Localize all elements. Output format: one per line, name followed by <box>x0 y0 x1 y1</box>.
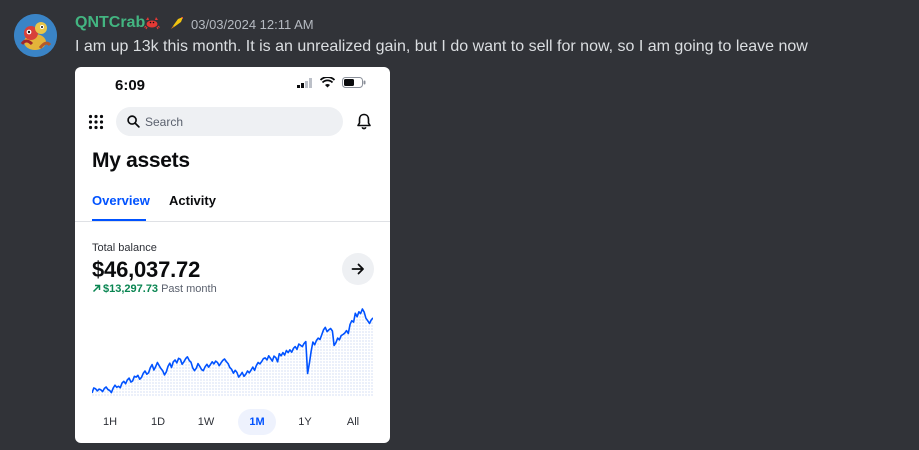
signal-icon <box>297 77 312 88</box>
range-1h[interactable]: 1H <box>91 409 129 435</box>
bell-icon[interactable] <box>356 113 372 130</box>
chart-area-fill <box>92 309 373 397</box>
username[interactable]: QNTCrab <box>75 14 145 32</box>
balance-change: $13,297.73 Past month <box>92 283 217 295</box>
tab-activity[interactable]: Activity <box>169 193 216 208</box>
search-icon <box>127 115 140 128</box>
change-amount: $13,297.73 <box>103 283 159 295</box>
range-1m[interactable]: 1M <box>238 409 276 435</box>
range-all[interactable]: All <box>334 409 372 435</box>
change-period: Past month <box>161 283 217 295</box>
tab-overview[interactable]: Overview <box>92 193 150 208</box>
arrow-up-right-icon <box>92 284 101 293</box>
crab-avatar-icon <box>14 14 57 57</box>
balance-details-button[interactable] <box>342 253 374 285</box>
balance-label: Total balance <box>92 242 157 254</box>
range-1y[interactable]: 1Y <box>286 409 324 435</box>
avatar[interactable] <box>14 14 57 57</box>
message-text: I am up 13k this month. It is an unreali… <box>75 38 808 55</box>
search-input[interactable] <box>145 107 335 136</box>
range-1d[interactable]: 1D <box>139 409 177 435</box>
balance-chart[interactable] <box>92 307 373 397</box>
wifi-icon <box>320 77 335 88</box>
divider <box>75 221 390 222</box>
crab-emoji-icon <box>144 17 160 30</box>
attached-screenshot[interactable]: 6:09 My assets <box>75 67 390 443</box>
grid-menu-icon[interactable] <box>88 114 104 130</box>
arrow-right-icon <box>351 263 364 275</box>
status-time: 6:09 <box>115 77 146 94</box>
status-bar-icons <box>297 77 366 88</box>
balance-value: $46,037.72 <box>92 257 201 282</box>
range-1w[interactable]: 1W <box>187 409 225 435</box>
search-bar[interactable] <box>116 107 343 136</box>
timestamp: 03/03/2024 12:11 AM <box>191 17 314 32</box>
rocket-role-icon <box>171 17 183 29</box>
page-title: My assets <box>92 149 190 172</box>
time-range-selector: 1H 1D 1W 1M 1Y All <box>75 407 390 437</box>
battery-icon <box>342 77 366 88</box>
